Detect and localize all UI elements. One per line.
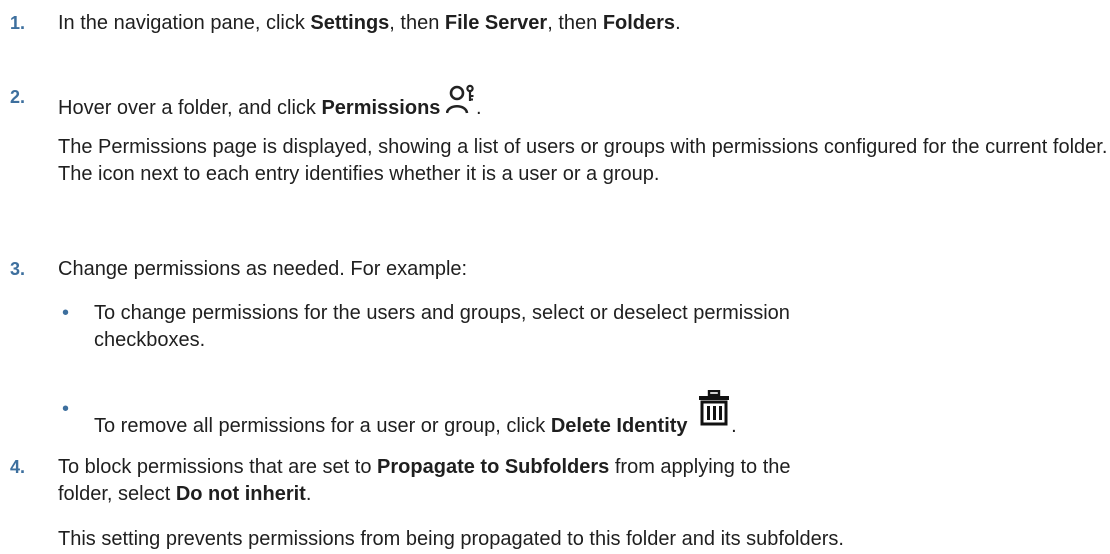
file-server-label: File Server <box>444 12 548 34</box>
step-text: Hover over a folder, and click Permissio… <box>58 84 1108 122</box>
permissions-label: Permissions <box>321 97 441 119</box>
step-4: 4. To block permissions that are set to … <box>0 454 1110 510</box>
description-text: This setting prevents permissions from b… <box>58 528 844 550</box>
text-run: , then <box>389 12 445 34</box>
step-3: 3. Change permissions as needed. For exa… <box>0 256 1110 284</box>
delete-identity-label: Delete Identity <box>550 415 688 437</box>
step-2-description: The Permissions page is displayed, showi… <box>58 134 1108 188</box>
text-run: In the navigation pane, click <box>58 12 311 34</box>
trash-icon <box>697 389 731 440</box>
text-run: To block permissions that are set to <box>58 456 378 478</box>
text-run: checkboxes. <box>94 329 206 351</box>
user-key-icon <box>445 84 476 122</box>
step-number: 3. <box>10 259 26 279</box>
text-run: . <box>475 97 482 119</box>
bullet-item: • To remove all permissions for a user o… <box>58 389 1108 437</box>
step-text: Change permissions as needed. For exampl… <box>58 258 468 280</box>
text-run: from applying to the <box>609 456 791 478</box>
text-run: To remove all permissions for a user or … <box>94 415 551 437</box>
step-text: To block permissions that are set to Pro… <box>58 454 1108 508</box>
settings-label: Settings <box>310 12 390 34</box>
step-number: 2. <box>10 87 26 107</box>
step-2: 2. Hover over a folder, and click Permis… <box>0 84 1110 119</box>
text-run: Hover over a folder, and click <box>58 97 322 119</box>
step-number: 4. <box>10 457 26 477</box>
bullet-text: To change permissions for the users and … <box>94 300 1104 354</box>
bullet-item: • To change permissions for the users an… <box>58 300 1108 358</box>
text-run: . <box>305 483 312 505</box>
bullet-marker: • <box>62 398 70 420</box>
text-run: . <box>731 415 737 437</box>
step-4-description: This setting prevents permissions from b… <box>58 526 1108 553</box>
text-run: , then <box>547 12 603 34</box>
bullet-marker: • <box>62 302 70 324</box>
propagate-label: Propagate to Subfolders <box>377 456 610 478</box>
text-run: folder, select <box>58 483 176 505</box>
bullet-text: To remove all permissions for a user or … <box>94 389 1104 440</box>
step-1: 1. In the navigation pane, click Setting… <box>0 10 1110 38</box>
step-text: In the navigation pane, click Settings, … <box>58 10 1108 37</box>
text-run: . <box>675 12 681 34</box>
folders-label: Folders <box>602 12 676 34</box>
description-text: The Permissions page is displayed, showi… <box>58 136 1108 185</box>
procedure-document: 1. In the navigation pane, click Setting… <box>0 0 1110 554</box>
do-not-inherit-label: Do not inherit <box>175 483 306 505</box>
text-run: To change permissions for the users and … <box>94 302 790 324</box>
step-number: 1. <box>10 13 26 33</box>
